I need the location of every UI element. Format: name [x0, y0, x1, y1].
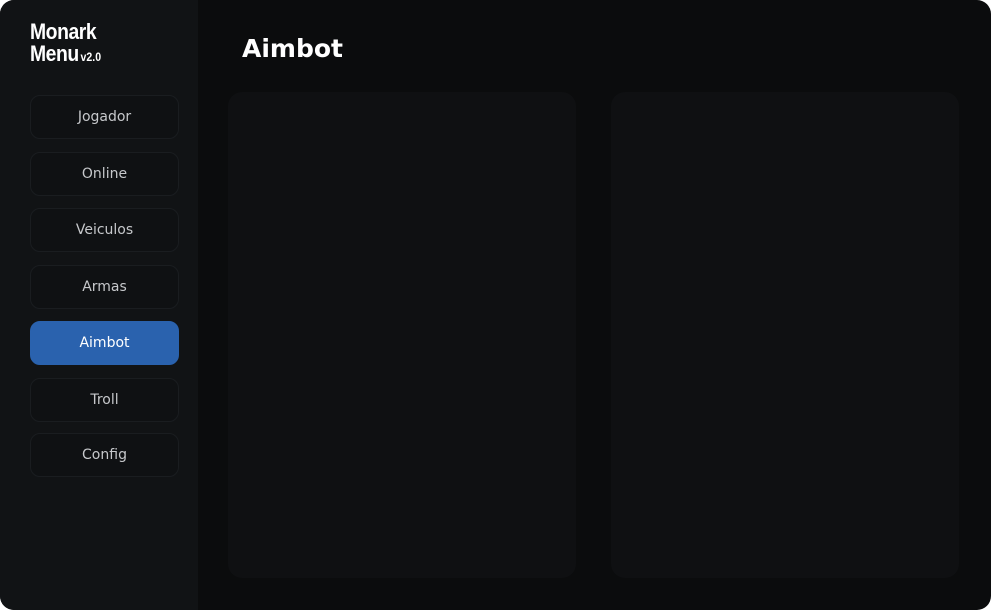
sidebar-item-config[interactable]: Config — [30, 433, 179, 477]
sidebar-item-armas[interactable]: Armas — [30, 265, 179, 309]
sidebar-item-label: Config — [82, 447, 127, 463]
app-window: Monark Menu v2.0 Jogador Online Veiculos … — [0, 0, 991, 610]
content-panel-right — [611, 92, 959, 578]
sidebar-item-veiculos[interactable]: Veiculos — [30, 208, 179, 252]
brand-name-line2: Menu — [30, 41, 79, 66]
sidebar-item-jogador[interactable]: Jogador — [30, 95, 179, 139]
sidebar-item-label: Online — [81, 166, 128, 182]
sidebar-item-label: Jogador — [77, 109, 132, 125]
content-panel-left — [228, 92, 576, 578]
sidebar-item-label: Aimbot — [79, 335, 130, 351]
sidebar-item-troll[interactable]: Troll — [30, 378, 179, 422]
sidebar-item-label: Veiculos — [75, 222, 134, 238]
sidebar-item-online[interactable]: Online — [30, 152, 179, 196]
page-title: Aimbot — [242, 34, 343, 63]
sidebar-item-aimbot[interactable]: Aimbot — [30, 321, 179, 365]
sidebar-item-label: Troll — [90, 392, 119, 408]
brand-version: v2.0 — [80, 50, 102, 64]
brand-name-line1: Monark — [30, 19, 97, 44]
sidebar-item-label: Armas — [82, 279, 127, 295]
brand-logo: Monark Menu v2.0 — [30, 21, 101, 68]
sidebar: Monark Menu v2.0 Jogador Online Veiculos … — [0, 0, 198, 610]
